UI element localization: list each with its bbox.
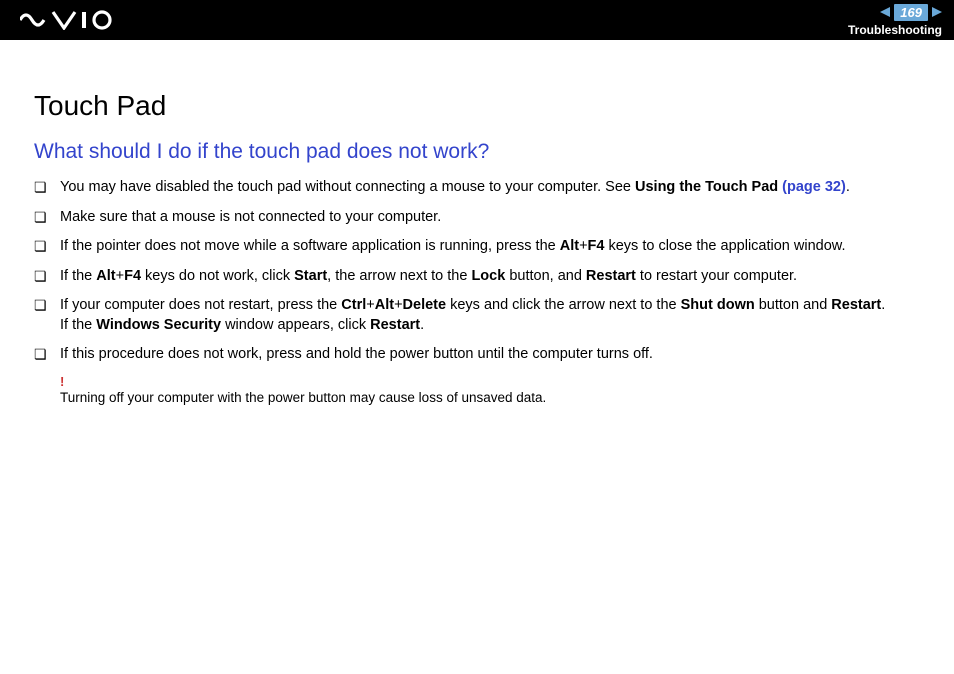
section-label: Troubleshooting [848, 23, 942, 37]
page-link[interactable]: (page 32) [782, 179, 846, 195]
list-text: If this procedure does not work, press a… [60, 345, 920, 365]
list-item: ❏ Make sure that a mouse is not connecte… [34, 208, 920, 228]
bullet-icon: ❏ [34, 178, 60, 197]
list-text: If your computer does not restart, press… [60, 296, 920, 335]
page-nav: 169 [880, 4, 942, 21]
list-item: ❏ If the pointer does not move while a s… [34, 237, 920, 257]
vaio-logo-svg [20, 10, 120, 30]
prev-page-arrow-icon[interactable] [880, 7, 890, 17]
next-page-arrow-icon[interactable] [932, 7, 942, 17]
bullet-icon: ❏ [34, 267, 60, 286]
list-text: You may have disabled the touch pad with… [60, 178, 920, 198]
page-title: Touch Pad [34, 90, 920, 122]
page-subtitle: What should I do if the touch pad does n… [34, 140, 920, 164]
bullet-icon: ❏ [34, 237, 60, 256]
warning-text: Turning off your computer with the power… [60, 390, 920, 405]
page-number: 169 [894, 4, 928, 21]
vaio-logo [20, 10, 120, 30]
list-item: ❏ If your computer does not restart, pre… [34, 296, 920, 335]
warning-icon: ! [60, 375, 920, 388]
header-bar: 169 Troubleshooting [0, 0, 954, 40]
list-text: If the pointer does not move while a sof… [60, 237, 920, 257]
list-item: ❏ If this procedure does not work, press… [34, 345, 920, 365]
bullet-icon: ❏ [34, 345, 60, 364]
list-item: ❏ If the Alt+F4 keys do not work, click … [34, 267, 920, 287]
bullet-icon: ❏ [34, 296, 60, 315]
warning-note: ! Turning off your computer with the pow… [60, 375, 920, 405]
list-item: ❏ You may have disabled the touch pad wi… [34, 178, 920, 198]
list-text: Make sure that a mouse is not connected … [60, 208, 920, 228]
troubleshoot-list: ❏ You may have disabled the touch pad wi… [34, 178, 920, 365]
list-text: If the Alt+F4 keys do not work, click St… [60, 267, 920, 287]
bullet-icon: ❏ [34, 208, 60, 227]
page-content: Touch Pad What should I do if the touch … [0, 40, 954, 405]
header-right: 169 Troubleshooting [848, 0, 942, 40]
